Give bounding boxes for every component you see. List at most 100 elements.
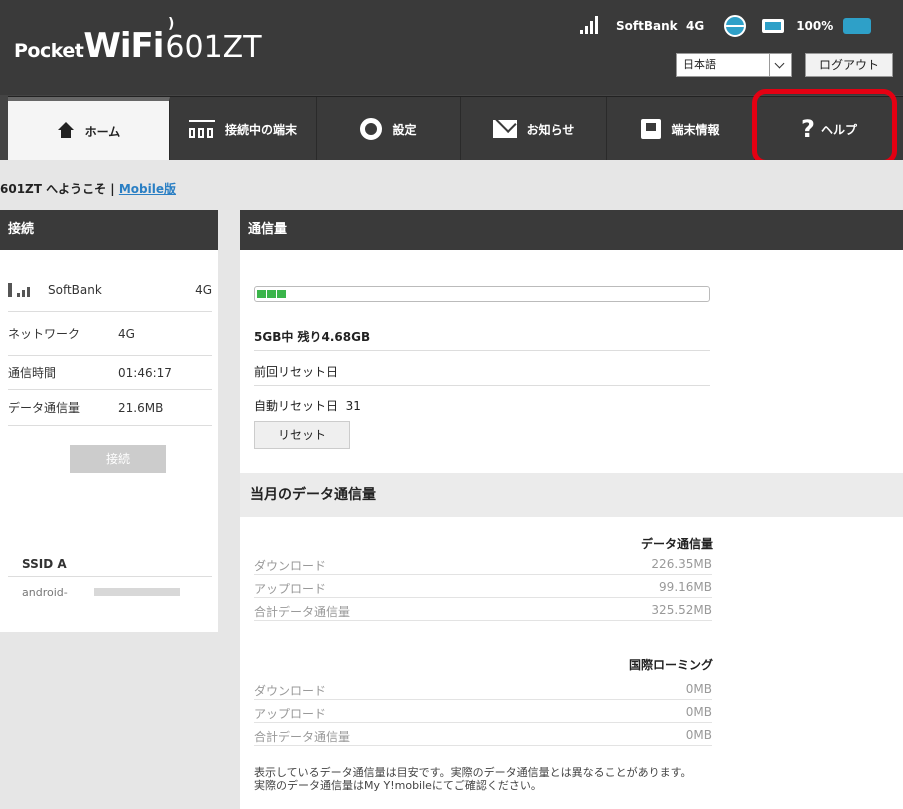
mobile-version-link[interactable]: Mobile版 <box>119 182 176 196</box>
auto-reset-value: 31 <box>345 399 361 413</box>
table-row: アップロード 99.16MB <box>254 576 712 598</box>
top-header: PocketWiFi) 601ZT SoftBank 4G 100% 日本語 ログ… <box>0 0 903 95</box>
usage-fill-separator <box>276 290 277 298</box>
connect-button[interactable]: 接続 <box>70 445 166 473</box>
nav-tab-help-label: ヘルプ <box>820 122 857 137</box>
ssid-value: android- <box>22 586 68 599</box>
gear-icon <box>360 118 383 140</box>
language-select-value: 日本語 <box>683 58 716 71</box>
ssid-redacted <box>94 588 180 596</box>
connection-panel: 接続 SoftBank 4G ネットワーク 4G 通信時間 01:46:17 デ… <box>0 210 218 632</box>
wifi-wave-icon: ) <box>167 16 174 32</box>
logo-wifi-word: WiFi <box>83 26 164 66</box>
connected-devices-icon <box>188 120 215 138</box>
table-row: アップロード 0MB <box>254 701 712 723</box>
language-select[interactable]: 日本語 <box>676 53 792 77</box>
usage-note: 表示しているデータ通信量は目安です。実際のデータ通信量とは異なることがあります。… <box>254 766 691 792</box>
connection-time-label: 通信時間 <box>8 366 57 380</box>
carrier-row: SoftBank 4G <box>8 268 212 312</box>
table-row: 合計データ通信量 325.52MB <box>254 599 712 621</box>
nav-tab-notifications-label: お知らせ <box>526 122 575 137</box>
auto-reset-label: 自動リセット日 <box>254 399 339 413</box>
upload-label: アップロード <box>254 582 327 596</box>
logo-wifi-text: WiFi) <box>83 16 174 66</box>
home-icon <box>57 122 75 139</box>
battery-icon <box>843 18 872 34</box>
data-usage-heading: データ通信量 <box>640 537 713 551</box>
connection-time-value: 01:46:17 <box>118 365 172 380</box>
logo-model-text: 601ZT <box>165 30 262 65</box>
network-label: ネットワーク <box>8 327 81 341</box>
welcome-text: 601ZT へようこそ | <box>0 182 119 196</box>
usage-panel-title: 通信量 <box>240 210 903 250</box>
roaming-download-value: 0MB <box>685 682 712 696</box>
network-row: ネットワーク 4G <box>8 312 212 356</box>
monthly-usage-title: 当月のデータ通信量 <box>240 473 903 517</box>
nav-tab-connected-devices[interactable]: 接続中の端末 <box>170 97 317 161</box>
reset-button[interactable]: リセット <box>254 421 350 449</box>
status-carrier: SoftBank 4G <box>616 19 704 33</box>
upload-value: 99.16MB <box>659 580 712 594</box>
signal-strength-icon <box>580 16 602 36</box>
network-value: 4G <box>118 326 135 341</box>
roaming-total-value: 0MB <box>685 728 712 742</box>
total-label: 合計データ通信量 <box>254 605 351 619</box>
roaming-total-label: 合計データ通信量 <box>254 730 351 744</box>
nav-tab-home-label: ホーム <box>84 124 121 139</box>
status-network-type: 4G <box>685 19 705 33</box>
nav-tab-help[interactable]: ? ヘルプ <box>755 97 903 161</box>
usage-progress-bar <box>254 286 710 302</box>
connection-time-row: 通信時間 01:46:17 <box>8 356 212 390</box>
usage-summary: 5GB中 残り4.68GB <box>254 330 371 344</box>
signal-strength-icon <box>8 282 34 297</box>
logout-button[interactable]: ログアウト <box>805 53 893 77</box>
roaming-download-label: ダウンロード <box>254 684 327 698</box>
last-reset-label: 前回リセット日 <box>254 365 339 379</box>
usage-fill-separator <box>266 290 267 298</box>
download-value: 226.35MB <box>651 557 712 571</box>
table-row: ダウンロード 226.35MB <box>254 553 712 575</box>
download-label: ダウンロード <box>254 559 327 573</box>
nav-tab-device-info[interactable]: 端末情報 <box>607 97 755 161</box>
connected-devices-icon <box>762 19 785 33</box>
nav-tab-device-info-label: 端末情報 <box>671 122 720 137</box>
nav-tab-settings-label: 設定 <box>392 122 417 137</box>
roaming-heading: 国際ローミング <box>628 658 713 672</box>
roaming-globe-icon <box>724 15 747 37</box>
usage-note-line: 表示しているデータ通信量は目安です。実際のデータ通信量とは異なることがあります。 <box>254 766 692 779</box>
welcome-line: 601ZT へようこそ | Mobile版 <box>0 180 176 197</box>
main-nav: ホーム 接続中の端末 設定 お知らせ 端末情報 ? ヘルプ <box>8 96 903 161</box>
mail-icon <box>492 120 517 138</box>
carrier-name: SoftBank <box>48 282 102 297</box>
connection-panel-title: 接続 <box>0 210 218 250</box>
total-value: 325.52MB <box>651 603 712 617</box>
usage-progress-fill <box>257 290 286 298</box>
pocket-wifi-logo: PocketWiFi) 601ZT <box>14 16 262 66</box>
roaming-upload-label: アップロード <box>254 707 327 721</box>
divider <box>254 350 710 351</box>
auto-reset-row: 自動リセット日 31 <box>254 397 361 414</box>
data-usage-label: データ通信量 <box>8 401 81 415</box>
status-carrier-name: SoftBank <box>616 19 678 33</box>
nav-tab-connected-devices-label: 接続中の端末 <box>224 122 297 137</box>
question-mark-icon: ? <box>801 115 815 143</box>
chevron-down-icon[interactable] <box>769 54 791 76</box>
usage-note-line: 実際のデータ通信量はMy Y!mobileにてご確認ください。 <box>254 779 542 792</box>
nav-tab-home[interactable]: ホーム <box>8 97 170 161</box>
data-usage-row: データ通信量 21.6MB <box>8 390 212 426</box>
table-row: 合計データ通信量 0MB <box>254 724 712 746</box>
main-content: 601ZT へようこそ | Mobile版 接続 SoftBank 4G ネット… <box>0 160 903 809</box>
data-usage-value: 21.6MB <box>118 400 164 415</box>
ssid-label: SSID A <box>22 557 67 571</box>
battery-percentage: 100% <box>796 19 834 33</box>
nav-tab-settings[interactable]: 設定 <box>317 97 461 161</box>
table-row: ダウンロード 0MB <box>254 678 712 700</box>
roaming-upload-value: 0MB <box>685 705 712 719</box>
logo-pocket-text: Pocket <box>14 40 84 62</box>
divider <box>254 385 710 386</box>
device-info-icon <box>641 119 662 139</box>
nav-tab-notifications[interactable]: お知らせ <box>461 97 607 161</box>
divider <box>8 576 212 577</box>
usage-panel: 通信量 5GB中 残り4.68GB 前回リセット日 自動リセット日 31 リセッ… <box>240 210 903 809</box>
carrier-network: 4G <box>195 282 212 297</box>
